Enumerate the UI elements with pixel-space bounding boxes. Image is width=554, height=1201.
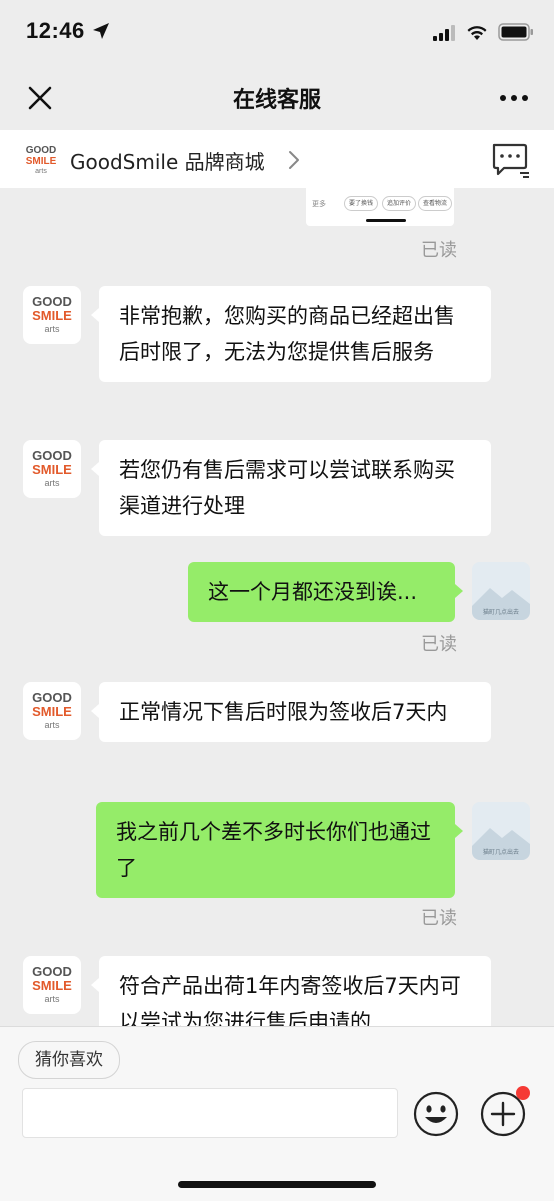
- message-bubble-received[interactable]: 非常抱歉，您购买的商品已经超出售后时限了，无法为您提供售后服务: [91, 286, 491, 382]
- svg-text:猫町几点出去: 猫町几点出去: [483, 848, 519, 856]
- card-button[interactable]: 查看物流: [418, 196, 452, 211]
- suggestion-chip[interactable]: 猜你喜欢: [18, 1041, 120, 1079]
- svg-text:SMILE: SMILE: [32, 704, 72, 719]
- svg-text:GOOD: GOOD: [26, 145, 57, 156]
- svg-text:arts: arts: [35, 168, 47, 175]
- message-bubble-received[interactable]: 符合产品出荷1年内寄签收后7天内可以尝试为您进行售后申请的: [91, 956, 491, 1026]
- notification-badge: [516, 1086, 530, 1100]
- feedback-icon[interactable]: [490, 142, 530, 178]
- user-avatar[interactable]: 猫町几点出去: [472, 562, 530, 620]
- image-placeholder-icon: 猫町几点出去: [472, 562, 530, 620]
- chat-messages[interactable]: 更多 要了换钱 追加评价 查看物流 已读 GOOD SMILE arts 非常抱…: [0, 188, 554, 1026]
- svg-text:GOOD: GOOD: [32, 964, 72, 979]
- read-receipt: 已读: [421, 240, 457, 261]
- svg-text:arts: arts: [44, 720, 60, 730]
- svg-text:arts: arts: [44, 478, 60, 488]
- card-more-label: 更多: [312, 200, 326, 208]
- more-options-icon[interactable]: [496, 86, 532, 110]
- merchant-name[interactable]: GoodSmile 品牌商城: [70, 146, 265, 175]
- status-time: 12:46: [26, 18, 85, 43]
- nav-bar: 在线客服: [0, 64, 554, 130]
- svg-text:GOOD: GOOD: [32, 294, 72, 309]
- merchant-logo: GOOD SMILE arts: [32, 964, 72, 1004]
- merchant-bar[interactable]: GOOD SMILE arts GoodSmile 品牌商城: [0, 130, 554, 188]
- merchant-logo: GOOD SMILE arts: [32, 448, 72, 488]
- merchant-logo: GOOD SMILE arts: [26, 145, 57, 175]
- svg-text:SMILE: SMILE: [32, 462, 72, 477]
- card-divider: [366, 219, 406, 222]
- wifi-icon: [467, 26, 487, 40]
- svg-text:SMILE: SMILE: [32, 308, 72, 323]
- svg-text:GOOD: GOOD: [32, 690, 72, 705]
- message-bubble-sent[interactable]: 我之前几个差不多时长你们也通过了: [96, 802, 463, 898]
- card-button[interactable]: 追加评价: [382, 196, 416, 211]
- location-arrow-icon: [93, 23, 109, 39]
- svg-text:SMILE: SMILE: [32, 978, 72, 993]
- card-button[interactable]: 要了换钱: [344, 196, 378, 211]
- message-bubble-received[interactable]: 正常情况下售后时限为签收后7天内: [91, 682, 491, 742]
- merchant-logo: GOOD SMILE arts: [32, 294, 72, 334]
- read-receipt: 已读: [421, 634, 457, 655]
- agent-avatar[interactable]: GOOD SMILE arts: [23, 682, 81, 740]
- message-bubble-sent[interactable]: 这一个月都还没到诶...: [188, 562, 463, 622]
- read-receipt: 已读: [421, 908, 457, 929]
- order-card-fragment[interactable]: 更多 要了换钱 追加评价 查看物流: [306, 188, 454, 226]
- status-bar: 12:46: [0, 0, 554, 64]
- svg-text:GOOD: GOOD: [32, 448, 72, 463]
- battery-icon: [498, 23, 533, 41]
- svg-text:arts: arts: [44, 324, 60, 334]
- emoji-icon[interactable]: [413, 1091, 459, 1137]
- agent-avatar[interactable]: GOOD SMILE arts: [23, 440, 81, 498]
- agent-avatar[interactable]: GOOD SMILE arts: [23, 956, 81, 1014]
- message-bubble-received[interactable]: 若您仍有售后需求可以尝试联系购买渠道进行处理: [91, 440, 491, 536]
- merchant-logo: GOOD SMILE arts: [32, 690, 72, 730]
- image-placeholder-icon: 猫町几点出去: [472, 802, 530, 860]
- svg-text:猫町几点出去: 猫町几点出去: [483, 608, 519, 616]
- cellular-signal-icon: [433, 25, 455, 41]
- page-title: 在线客服: [232, 88, 321, 113]
- chevron-right-icon[interactable]: [286, 149, 302, 171]
- svg-text:SMILE: SMILE: [26, 156, 57, 167]
- home-indicator: [178, 1181, 376, 1188]
- message-input[interactable]: [22, 1088, 398, 1138]
- agent-avatar[interactable]: GOOD SMILE arts: [23, 286, 81, 344]
- svg-text:arts: arts: [44, 994, 60, 1004]
- user-avatar[interactable]: 猫町几点出去: [472, 802, 530, 860]
- input-bar: 猜你喜欢: [0, 1026, 554, 1201]
